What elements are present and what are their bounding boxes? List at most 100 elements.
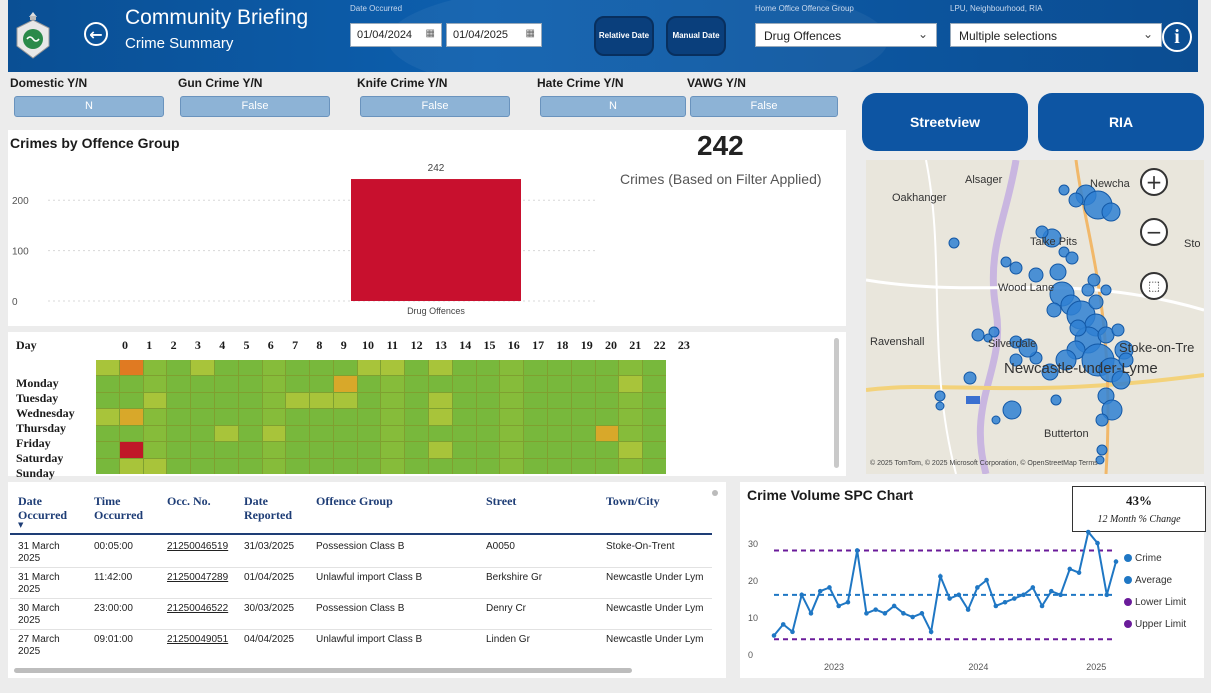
heatmap-cell[interactable] [333, 458, 357, 474]
crime-point[interactable] [1002, 599, 1008, 605]
crime-point[interactable] [984, 577, 989, 583]
info-icon[interactable]: i [1162, 22, 1192, 52]
heatmap-cell[interactable] [191, 376, 214, 392]
heatmap-cell[interactable] [571, 409, 595, 425]
heatmap-cell[interactable] [452, 425, 476, 442]
crime-point[interactable] [1095, 540, 1100, 546]
heatmap-cell[interactable] [262, 442, 286, 458]
heatmap-cell[interactable] [595, 392, 619, 409]
heatmap-cell[interactable] [119, 360, 143, 376]
crime-point[interactable] [854, 548, 860, 553]
back-arrow-icon[interactable]: ← [84, 22, 108, 46]
heatmap-cell[interactable] [429, 409, 452, 425]
heatmap-cell[interactable] [191, 458, 214, 474]
column-header-occ-no[interactable]: Occ. No. [167, 494, 211, 508]
crime-location-marker[interactable] [1100, 284, 1112, 296]
crime-point[interactable] [1048, 588, 1054, 594]
heatmap-cell[interactable] [571, 458, 595, 474]
heatmap-cell[interactable] [619, 409, 643, 425]
heatmap-cell[interactable] [548, 458, 571, 474]
crime-point[interactable] [799, 592, 805, 598]
heatmap-cell[interactable] [286, 409, 310, 425]
heatmap-cell[interactable] [619, 442, 643, 458]
heatmap-cell[interactable] [452, 409, 476, 425]
heatmap-cell[interactable] [119, 409, 143, 425]
heatmap-cell[interactable] [262, 458, 286, 474]
heatmap-cell[interactable] [524, 409, 548, 425]
column-header-town[interactable]: Town/City [606, 494, 660, 508]
heatmap-cell[interactable] [643, 360, 666, 376]
crime-location-marker[interactable] [935, 401, 945, 411]
crime-point[interactable] [1058, 592, 1063, 598]
heatmap-cell[interactable] [452, 360, 476, 376]
heatmap-cell[interactable] [429, 360, 452, 376]
area-dropdown[interactable]: Multiple selections ⌄ [950, 23, 1162, 47]
crime-location-marker[interactable] [1050, 394, 1062, 406]
heatmap-cell[interactable] [643, 392, 666, 409]
streetview-button[interactable]: Streetview [862, 93, 1028, 151]
crime-point[interactable] [790, 629, 795, 635]
crime-point[interactable] [808, 611, 814, 616]
heatmap-cell[interactable] [333, 376, 357, 392]
crime-point[interactable] [836, 603, 842, 609]
heatmap-cell[interactable] [286, 360, 310, 376]
crime-point[interactable] [1030, 585, 1036, 590]
heatmap-cell[interactable] [500, 425, 524, 442]
filter-vawg-button[interactable]: False [690, 96, 838, 117]
table-horizontal-scrollbar[interactable] [14, 668, 632, 673]
crime-point[interactable] [1039, 603, 1045, 609]
heatmap-cell[interactable] [619, 392, 643, 409]
heatmap-cell[interactable] [214, 458, 238, 474]
table-cell-occ[interactable]: 21250046519 [167, 541, 239, 553]
heatmap-cell[interactable] [214, 392, 238, 409]
heatmap-cell[interactable] [619, 458, 643, 474]
heatmap-cell[interactable] [119, 376, 143, 392]
column-header-date-reported[interactable]: Date Reported [244, 494, 304, 522]
heatmap-cell[interactable] [643, 458, 666, 474]
heatmap-cell[interactable] [333, 360, 357, 376]
heatmap-cell[interactable] [452, 442, 476, 458]
heatmap-cell[interactable] [643, 376, 666, 392]
heatmap-cell[interactable] [476, 360, 500, 376]
heatmap-cell[interactable] [643, 442, 666, 458]
filter-domestic-button[interactable]: N [14, 96, 164, 117]
heatmap-cell[interactable] [119, 392, 143, 409]
table-cell-occ[interactable]: 21250047289 [167, 572, 239, 584]
heatmap-cell[interactable] [500, 442, 524, 458]
heatmap-cell[interactable] [405, 360, 429, 376]
heatmap-cell[interactable] [119, 425, 143, 442]
heatmap-cell[interactable] [357, 392, 381, 409]
heatmap-cell[interactable] [429, 392, 452, 409]
filter-knife-button[interactable]: False [360, 96, 510, 117]
heatmap-cell[interactable] [357, 458, 381, 474]
heatmap-cell[interactable] [333, 442, 357, 458]
crime-point[interactable] [956, 592, 962, 598]
crime-location-marker[interactable] [1049, 263, 1067, 281]
heatmap-cell[interactable] [333, 409, 357, 425]
heatmap-cell[interactable] [619, 360, 643, 376]
heatmap-cell[interactable] [595, 458, 619, 474]
crime-point[interactable] [947, 596, 952, 601]
heatmap-cell[interactable] [238, 376, 262, 392]
table-cell-occ[interactable]: 21250049051 [167, 634, 239, 646]
heatmap-cell[interactable] [167, 376, 191, 392]
crime-point[interactable] [882, 611, 888, 616]
crime-location-marker[interactable] [1000, 256, 1012, 268]
crime-point[interactable] [965, 607, 971, 612]
heatmap-cell[interactable] [96, 458, 119, 474]
heatmap-cell[interactable] [452, 392, 476, 409]
heatmap-cell[interactable] [310, 409, 333, 425]
heatmap-cell[interactable] [595, 409, 619, 425]
heatmap-cell[interactable] [286, 376, 310, 392]
crime-location-marker[interactable] [1088, 294, 1104, 310]
crime-location-marker[interactable] [1046, 302, 1062, 318]
crime-point[interactable] [901, 611, 906, 616]
column-header-time-occurred[interactable]: Time Occurred [94, 494, 154, 522]
heatmap-cell[interactable] [476, 409, 500, 425]
heatmap-cell[interactable] [571, 376, 595, 392]
heatmap-cell[interactable] [595, 425, 619, 442]
column-header-date-occurred[interactable]: Date Occurred [18, 494, 82, 522]
heatmap-cell[interactable] [286, 458, 310, 474]
heatmap-cell[interactable] [310, 360, 333, 376]
crime-point[interactable] [919, 611, 925, 616]
